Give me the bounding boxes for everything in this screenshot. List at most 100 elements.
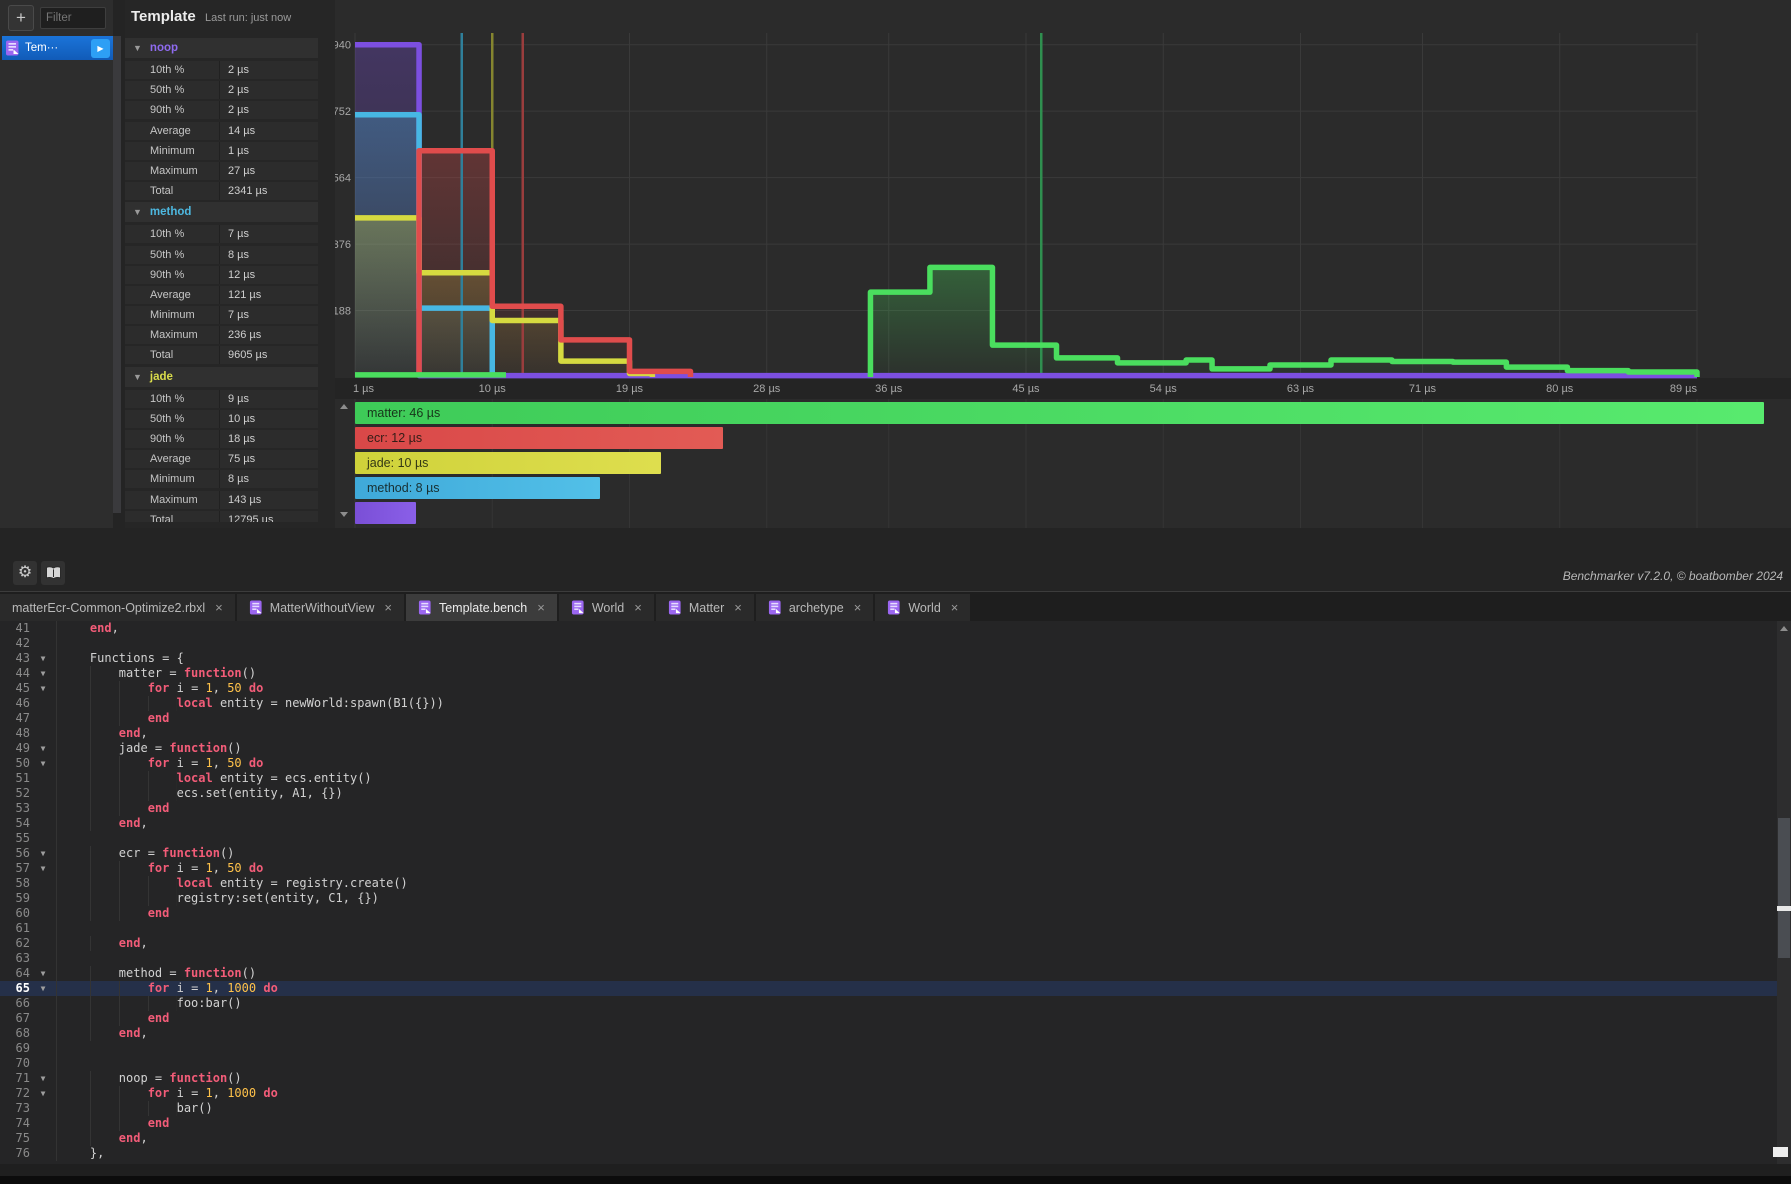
- legend-item[interactable]: method: 8 µs: [355, 477, 600, 499]
- code-line[interactable]: 43▼ Functions = {: [0, 651, 1791, 666]
- fold-arrow-icon[interactable]: ▼: [30, 966, 56, 981]
- scrollbar-position-mark: [1777, 906, 1791, 911]
- code-line[interactable]: 73 bar(): [0, 1101, 1791, 1116]
- svg-text:19 µs: 19 µs: [616, 383, 644, 395]
- code-line[interactable]: 52 ecs.set(entity, A1, {}): [0, 786, 1791, 801]
- fold-gutter: [30, 921, 56, 936]
- fold-arrow-icon[interactable]: ▼: [30, 981, 56, 996]
- legend-item[interactable]: ecr: 12 µs: [355, 427, 723, 449]
- fold-arrow-icon[interactable]: ▼: [30, 861, 56, 876]
- code-line[interactable]: 69: [0, 1041, 1791, 1056]
- stat-section-header[interactable]: ▼noop: [125, 38, 318, 58]
- stat-row: Average14 µs: [125, 122, 318, 140]
- stat-row: 10th %9 µs: [125, 390, 318, 408]
- code-line[interactable]: 48 end,: [0, 726, 1791, 741]
- code-line[interactable]: 75 end,: [0, 1131, 1791, 1146]
- stat-section-header[interactable]: ▼method: [125, 202, 318, 222]
- code-line[interactable]: 50▼ for i = 1, 50 do: [0, 756, 1791, 771]
- code-line[interactable]: 57▼ for i = 1, 50 do: [0, 861, 1791, 876]
- code-line[interactable]: 60 end: [0, 906, 1791, 921]
- close-icon[interactable]: ×: [634, 600, 642, 615]
- code-line[interactable]: 61: [0, 921, 1791, 936]
- code-line[interactable]: 53 end: [0, 801, 1791, 816]
- code-line[interactable]: 56▼ ecr = function(): [0, 846, 1791, 861]
- code-line[interactable]: 55: [0, 831, 1791, 846]
- scroll-up-icon[interactable]: [1780, 626, 1788, 631]
- code-line[interactable]: 41 end,: [0, 621, 1791, 636]
- fold-arrow-icon[interactable]: ▼: [30, 1086, 56, 1101]
- fold-arrow-icon[interactable]: ▼: [30, 651, 56, 666]
- settings-button[interactable]: ⚙: [13, 561, 37, 585]
- legend-item[interactable]: [355, 502, 416, 524]
- tab-matter[interactable]: Matter×: [656, 594, 754, 621]
- legend-item[interactable]: jade: 10 µs: [355, 452, 661, 474]
- legend-item[interactable]: matter: 46 µs: [355, 402, 1764, 424]
- code-line[interactable]: 66 foo:bar(): [0, 996, 1791, 1011]
- fold-arrow-icon[interactable]: ▼: [30, 681, 56, 696]
- docs-button[interactable]: [41, 561, 65, 585]
- code-line[interactable]: 68 end,: [0, 1026, 1791, 1041]
- code-line[interactable]: 76 },: [0, 1146, 1791, 1161]
- code-line[interactable]: 42: [0, 636, 1791, 651]
- line-number: 69: [0, 1041, 30, 1056]
- fold-arrow-icon[interactable]: ▼: [30, 741, 56, 756]
- run-benchmark-button[interactable]: ▶: [91, 39, 110, 58]
- code-line[interactable]: 46 local entity = newWorld:spawn(B1({})): [0, 696, 1791, 711]
- close-icon[interactable]: ×: [537, 600, 545, 615]
- line-number: 46: [0, 696, 30, 711]
- close-icon[interactable]: ×: [951, 600, 959, 615]
- legend-scroll-down-icon[interactable]: [340, 512, 348, 517]
- stat-section-header[interactable]: ▼jade: [125, 367, 318, 387]
- stat-label: Average: [125, 286, 220, 304]
- legend-scroll-up-icon[interactable]: [340, 404, 348, 409]
- code-line[interactable]: 47 end: [0, 711, 1791, 726]
- tab-template-bench[interactable]: Template.bench×: [406, 594, 557, 621]
- code-text: [57, 1056, 61, 1071]
- code-line[interactable]: 62 end,: [0, 936, 1791, 951]
- book-icon: [45, 566, 62, 580]
- code-line[interactable]: 63: [0, 951, 1791, 966]
- tab-matterwithoutview[interactable]: MatterWithoutView×: [237, 594, 404, 621]
- hscroll-thumb[interactable]: [1773, 1147, 1788, 1157]
- svg-text:188: 188: [335, 306, 351, 318]
- code-line[interactable]: 67 end: [0, 1011, 1791, 1026]
- fold-arrow-icon[interactable]: ▼: [30, 846, 56, 861]
- line-number: 67: [0, 1011, 30, 1026]
- tab-world[interactable]: World×: [875, 594, 970, 621]
- code-line[interactable]: 71▼ noop = function(): [0, 1071, 1791, 1086]
- code-line[interactable]: 65▼ for i = 1, 1000 do: [0, 981, 1791, 996]
- add-benchmark-button[interactable]: +: [8, 5, 34, 31]
- code-line[interactable]: 64▼ method = function(): [0, 966, 1791, 981]
- code-line[interactable]: 72▼ for i = 1, 1000 do: [0, 1086, 1791, 1101]
- code-line[interactable]: 58 local entity = registry.create(): [0, 876, 1791, 891]
- benchmark-list-item-template[interactable]: Tem··· ▶: [2, 36, 113, 60]
- code-line[interactable]: 44▼ matter = function(): [0, 666, 1791, 681]
- script-tab-bar: matterEcr-Common-Optimize2.rbxl×MatterWi…: [0, 592, 1791, 621]
- close-icon[interactable]: ×: [854, 600, 862, 615]
- code-line[interactable]: 45▼ for i = 1, 50 do: [0, 681, 1791, 696]
- close-icon[interactable]: ×: [215, 600, 223, 615]
- scrollbar-thumb[interactable]: [1778, 818, 1790, 958]
- stat-value: 75 µs: [220, 453, 255, 465]
- tab-archetype[interactable]: archetype×: [756, 594, 874, 621]
- code-line[interactable]: 54 end,: [0, 816, 1791, 831]
- code-line[interactable]: 70: [0, 1056, 1791, 1071]
- fold-arrow-icon[interactable]: ▼: [30, 756, 56, 771]
- svg-text:89 µs: 89 µs: [1670, 383, 1698, 395]
- code-line[interactable]: 59 registry:set(entity, C1, {}): [0, 891, 1791, 906]
- code-line[interactable]: 51 local entity = ecs.entity(): [0, 771, 1791, 786]
- editor-scrollbar[interactable]: [1777, 621, 1791, 1164]
- stat-label: Average: [125, 122, 220, 140]
- code-text: [57, 921, 61, 936]
- fold-arrow-icon[interactable]: ▼: [30, 1071, 56, 1086]
- list-scrollbar[interactable]: [113, 36, 121, 513]
- tab-matterecr-common-optimize2-rbxl[interactable]: matterEcr-Common-Optimize2.rbxl×: [0, 594, 235, 621]
- close-icon[interactable]: ×: [384, 600, 392, 615]
- fold-arrow-icon[interactable]: ▼: [30, 666, 56, 681]
- code-line[interactable]: 49▼ jade = function(): [0, 741, 1791, 756]
- filter-input[interactable]: [40, 7, 106, 29]
- close-icon[interactable]: ×: [734, 600, 742, 615]
- code-line[interactable]: 74 end: [0, 1116, 1791, 1131]
- code-editor[interactable]: 41 end,4243▼ Functions = {44▼ matter = f…: [0, 621, 1791, 1164]
- tab-world[interactable]: World×: [559, 594, 654, 621]
